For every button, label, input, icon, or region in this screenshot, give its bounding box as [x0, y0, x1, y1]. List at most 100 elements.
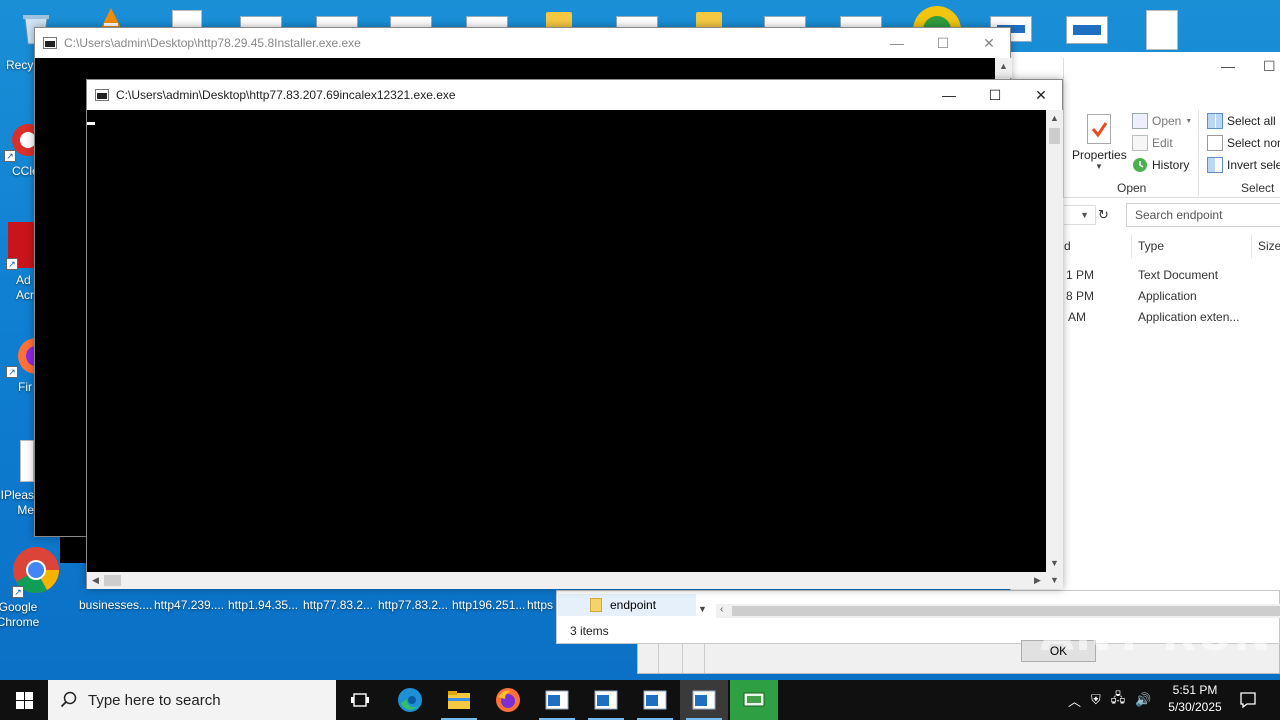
shortcut-arrow-icon: ↗	[6, 258, 18, 270]
taskbar-console-4[interactable]	[680, 680, 728, 720]
column-header-type[interactable]: Type	[1138, 239, 1164, 253]
history-button[interactable]: History	[1132, 157, 1189, 173]
console-app-icon	[692, 690, 716, 710]
anyrun-watermark: ANY RUN	[1040, 610, 1272, 661]
desktop-icon-text-file[interactable]: IPleas Me	[0, 440, 34, 518]
window-titlebar[interactable]: C:\Users\admin\Desktop\http77.83.207.69i…	[87, 80, 1062, 110]
dialog-divider	[682, 641, 683, 673]
scrollbar-thumb[interactable]	[104, 575, 121, 586]
ribbon-bottom-border	[1063, 197, 1280, 198]
maximize-button[interactable]: ☐	[972, 80, 1018, 110]
select-none-label: Select non	[1227, 136, 1280, 150]
close-button[interactable]: ✕	[966, 28, 1012, 58]
window-titlebar[interactable]: C:\Users\admin\Desktop\http78.29.45.8Ins…	[35, 28, 1010, 58]
start-button[interactable]	[0, 680, 48, 720]
scroll-up-icon[interactable]: ▲	[1046, 110, 1063, 127]
task-view-button[interactable]	[336, 680, 384, 720]
app-icon[interactable]	[1066, 16, 1108, 44]
maximize-button[interactable]: ☐	[920, 28, 966, 58]
scroll-left-icon[interactable]: ◀	[87, 572, 104, 589]
chrome-icon: ↗	[12, 546, 60, 598]
scroll-left-icon[interactable]: ‹	[720, 604, 723, 615]
show-hidden-icons-icon[interactable]: ︿	[1068, 691, 1081, 710]
select-all-label: Select all	[1227, 114, 1276, 128]
document-icon[interactable]	[1146, 10, 1178, 50]
properties-icon	[1087, 114, 1111, 144]
invert-selection-button[interactable]: Invert selec	[1207, 157, 1280, 173]
desktop-icon-recycle-bin[interactable]: Recy	[0, 58, 36, 73]
column-header-date[interactable]: d	[1064, 239, 1071, 253]
taskbar-green-app[interactable]	[730, 680, 778, 720]
address-dropdown-button[interactable]: ▼	[1064, 205, 1096, 225]
horizontal-scrollbar[interactable]: ◀ ▶ ▼	[87, 572, 1063, 589]
console-overflow	[60, 537, 86, 563]
taskbar-firefox[interactable]	[484, 680, 532, 720]
desktop-icon-label[interactable]: http1.94.35...	[228, 598, 298, 612]
desktop-icon-label[interactable]: https	[527, 598, 553, 612]
action-center-button[interactable]	[1236, 680, 1260, 720]
explorer-maximize-button[interactable]: ☐	[1263, 58, 1276, 75]
desktop-icon-adobe-acrobat[interactable]: ↗ Ad Acr	[6, 222, 36, 303]
desktop-icon-label: Google Chrome	[0, 600, 40, 629]
taskbar-console-3[interactable]	[631, 680, 679, 720]
open-button[interactable]: Open ▼	[1132, 113, 1192, 129]
shortcut-arrow-icon: ↗	[6, 366, 18, 378]
desktop-icon-label[interactable]: http47.239....	[154, 598, 224, 612]
desktop-icon-ccleaner[interactable]: ↗ CCle	[4, 120, 44, 179]
taskbar: Type here to search ︿ ⛨ 🖧 🔊 5:51 PM 5/30…	[0, 680, 1280, 720]
console-window-incalex[interactable]: C:\Users\admin\Desktop\http77.83.207.69i…	[86, 79, 1063, 589]
nav-item-endpoint[interactable]: endpoint	[558, 594, 696, 616]
folder-icon	[590, 598, 602, 612]
search-input[interactable]: Search endpoint	[1126, 203, 1280, 227]
scroll-right-icon[interactable]: ▶	[1029, 572, 1046, 589]
taskbar-file-explorer[interactable]	[435, 680, 483, 720]
taskbar-console-2[interactable]	[582, 680, 630, 720]
network-icon[interactable]: 🖧	[1111, 689, 1126, 711]
close-button[interactable]: ✕	[1018, 80, 1064, 110]
taskbar-clock[interactable]: 5:51 PM 5/30/2025	[1160, 682, 1230, 716]
invert-selection-icon	[1207, 157, 1223, 173]
select-all-button[interactable]: Select all	[1207, 113, 1276, 129]
minimize-button[interactable]: —	[926, 80, 972, 110]
history-icon	[1132, 157, 1148, 173]
desktop-icon-label: CCle	[12, 164, 39, 178]
scroll-up-icon[interactable]: ▲	[995, 58, 1012, 75]
open-label: Open	[1152, 114, 1182, 128]
desktop-icon-label[interactable]: http77.83.2...	[303, 598, 373, 612]
ribbon-separator	[1198, 110, 1199, 196]
desktop-icon-label[interactable]: businesses....	[79, 598, 152, 612]
explorer-minimize-button[interactable]: —	[1221, 58, 1235, 74]
security-icon[interactable]: ⛨	[1091, 692, 1101, 708]
scrollbar-thumb[interactable]	[1049, 128, 1060, 144]
select-none-icon	[1207, 135, 1223, 151]
clock-date: 5/30/2025	[1168, 700, 1222, 714]
desktop-icon-label[interactable]: http77.83.2...	[378, 598, 448, 612]
status-item-count: 3 items	[570, 624, 609, 638]
system-tray: ︿ ⛨ 🖧 🔊	[1068, 680, 1151, 720]
volume-icon[interactable]: 🔊	[1135, 692, 1151, 708]
scroll-down-icon[interactable]: ▼	[1046, 572, 1063, 589]
edit-button[interactable]: Edit	[1132, 135, 1173, 151]
taskbar-edge[interactable]	[386, 680, 434, 720]
clock-time: 5:51 PM	[1172, 683, 1218, 697]
row-date: AM	[1068, 310, 1086, 324]
scroll-down-icon[interactable]: ▼	[1046, 555, 1063, 572]
console-output[interactable]	[87, 110, 1046, 572]
row-type: Application exten...	[1138, 310, 1240, 324]
properties-button[interactable]: Properties ▼	[1072, 114, 1127, 171]
vertical-scrollbar[interactable]: ▲ ▼	[1046, 110, 1063, 572]
minimize-button[interactable]: —	[874, 28, 920, 58]
column-header-size[interactable]: Size	[1258, 239, 1280, 253]
desktop-icon-firefox[interactable]: ↗ Fir	[6, 336, 54, 395]
chevron-down-icon: ▼	[1185, 117, 1193, 125]
refresh-icon[interactable]: ↻	[1098, 206, 1114, 224]
desktop-icon-label[interactable]: http196.251...	[452, 598, 525, 612]
taskbar-console-1[interactable]	[533, 680, 581, 720]
select-none-button[interactable]: Select non	[1207, 135, 1280, 151]
taskbar-search-box[interactable]: Type here to search	[48, 680, 336, 720]
desktop-icon-label: Recy	[6, 58, 34, 72]
vertical-scrollbar[interactable]: ▲	[995, 58, 1012, 78]
nav-scroll-down-icon[interactable]: ▼	[698, 604, 707, 614]
console-icon	[43, 37, 57, 49]
row-type: Application	[1138, 289, 1197, 303]
